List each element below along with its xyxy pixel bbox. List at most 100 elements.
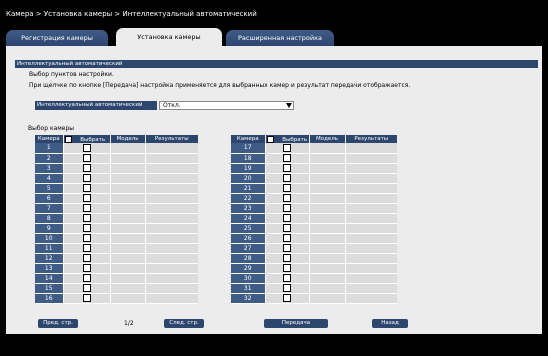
main-panel: Интеллектуальный автоматический Выбор пу…: [6, 46, 542, 334]
table-row: 3: [35, 163, 198, 174]
camera-select-checkbox[interactable]: [82, 174, 91, 182]
table-row: 13: [35, 263, 198, 274]
camera-number: 2: [35, 153, 64, 164]
header-model: Модель: [116, 136, 139, 142]
results-cell: [345, 243, 397, 254]
camera-select-checkbox[interactable]: [283, 143, 291, 152]
header-results: Результаты: [154, 136, 189, 142]
camera-number: 20: [231, 173, 266, 184]
table-row: 10: [35, 233, 198, 244]
results-cell: [345, 213, 397, 224]
camera-select-checkbox[interactable]: [283, 284, 291, 292]
camera-select-checkbox[interactable]: [283, 294, 291, 302]
intelligent-auto-value: Откл.: [163, 102, 181, 109]
instruction-text: Выбор пунктов настройки.: [29, 71, 114, 78]
table-row: 1: [35, 143, 198, 154]
tab-advanced-settings[interactable]: Расширенная настройка: [226, 30, 334, 46]
camera-number: 26: [231, 233, 266, 244]
select-all-checkbox-left[interactable]: [64, 135, 72, 143]
table-row: 21: [231, 183, 397, 194]
model-cell: [110, 253, 146, 264]
camera-select-checkbox[interactable]: [283, 194, 291, 202]
camera-select-checkbox[interactable]: [283, 184, 291, 192]
model-cell: [309, 183, 346, 194]
tab-camera-setup[interactable]: Установка камеры: [116, 28, 222, 46]
table-row: 29: [231, 263, 397, 274]
header-camera: Камера: [37, 136, 60, 142]
camera-select-checkbox[interactable]: [82, 164, 91, 172]
back-button[interactable]: Назад: [372, 319, 408, 328]
table-row: 16: [35, 293, 198, 304]
camera-number: 21: [231, 183, 266, 194]
intelligent-auto-select[interactable]: Откл.: [159, 101, 294, 110]
camera-select-checkbox[interactable]: [82, 204, 91, 212]
camera-select-checkbox[interactable]: [82, 143, 91, 152]
tab-camera-registration[interactable]: Регистрация камеры: [6, 30, 108, 46]
camera-number: 23: [231, 203, 266, 214]
results-cell: [145, 253, 198, 264]
camera-select-checkbox[interactable]: [82, 214, 91, 222]
intelligent-auto-label: Интеллектуальный автоматический: [35, 101, 157, 110]
table-row: 7: [35, 203, 198, 214]
breadcrumb: Камера > Установка камеры > Интеллектуал…: [0, 0, 548, 28]
camera-select-checkbox[interactable]: [283, 264, 291, 272]
next-page-button[interactable]: След. стр.: [164, 319, 204, 328]
camera-select-checkbox[interactable]: [283, 234, 291, 242]
camera-number: 22: [231, 193, 266, 204]
table-row: 18: [231, 153, 397, 164]
model-cell: [110, 263, 146, 274]
model-cell: [110, 193, 146, 204]
camera-select-checkbox[interactable]: [82, 284, 91, 292]
camera-select-checkbox[interactable]: [82, 244, 91, 252]
camera-select-checkbox[interactable]: [82, 234, 91, 242]
camera-select-checkbox[interactable]: [283, 204, 291, 212]
camera-select-checkbox[interactable]: [283, 224, 291, 232]
camera-select-checkbox[interactable]: [82, 154, 91, 162]
camera-select-checkbox[interactable]: [82, 184, 91, 192]
camera-select-checkbox[interactable]: [283, 254, 291, 262]
results-cell: [345, 253, 397, 264]
camera-select-checkbox[interactable]: [82, 224, 91, 232]
camera-select-checkbox[interactable]: [283, 214, 291, 222]
table-row: 2: [35, 153, 198, 164]
camera-number: 25: [231, 223, 266, 234]
camera-number: 11: [35, 243, 64, 254]
camera-select-checkbox[interactable]: [283, 164, 291, 172]
camera-number: 17: [231, 143, 266, 154]
table-row: 27: [231, 243, 397, 254]
camera-table-right: Камера Выбрать Модель Результаты 17 18 19 2…: [231, 135, 397, 304]
camera-number: 18: [231, 153, 266, 164]
select-all-checkbox-right[interactable]: [266, 135, 274, 143]
table-row: 25: [231, 223, 397, 234]
camera-select-checkbox[interactable]: [283, 174, 291, 182]
model-cell: [309, 193, 346, 204]
footer-bar: [6, 334, 542, 356]
model-cell: [309, 273, 346, 284]
camera-number: 14: [35, 273, 64, 284]
results-cell: [145, 263, 198, 274]
camera-select-checkbox[interactable]: [283, 154, 291, 162]
table-row: 23: [231, 203, 397, 214]
camera-select-checkbox[interactable]: [82, 194, 91, 202]
table-row: 5: [35, 183, 198, 194]
transfer-button[interactable]: Передача: [264, 319, 328, 328]
camera-select-checkbox[interactable]: [82, 294, 91, 302]
table-row: 32: [231, 293, 397, 304]
camera-select-checkbox[interactable]: [283, 274, 291, 282]
model-cell: [110, 163, 146, 174]
camera-select-checkbox[interactable]: [82, 264, 91, 272]
table-row: 14: [35, 273, 198, 284]
table-row: 8: [35, 213, 198, 224]
camera-select-checkbox[interactable]: [82, 274, 91, 282]
results-cell: [145, 213, 198, 224]
model-cell: [309, 263, 346, 274]
results-cell: [145, 283, 198, 294]
prev-page-button[interactable]: Пред. стр.: [38, 319, 78, 328]
table-row: 15: [35, 283, 198, 294]
table-row: 6: [35, 193, 198, 204]
camera-select-checkbox[interactable]: [82, 254, 91, 262]
model-cell: [110, 153, 146, 164]
camera-select-checkbox[interactable]: [283, 244, 291, 252]
results-cell: [345, 163, 397, 174]
dropdown-arrow-icon: [286, 103, 292, 108]
